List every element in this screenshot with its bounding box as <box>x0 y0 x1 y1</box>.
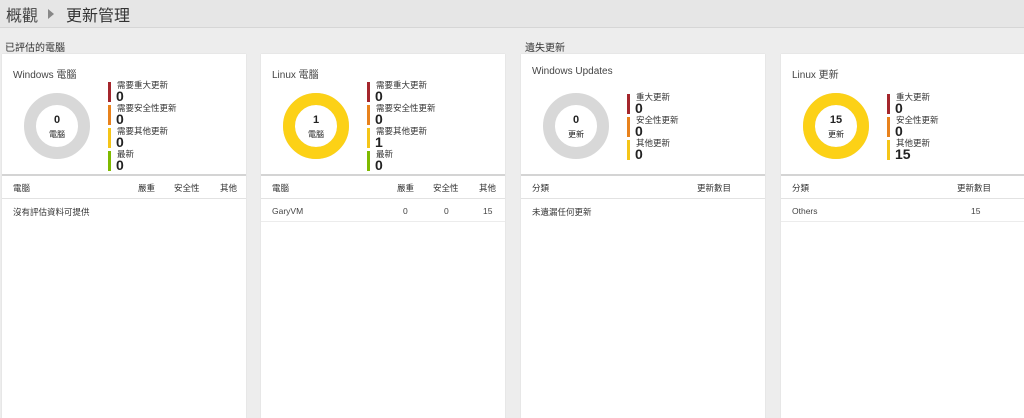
column-header-computer[interactable]: 電腦 <box>272 182 289 194</box>
breadcrumb-chevron-right-icon <box>48 8 55 19</box>
cell-other-count: 15 <box>483 206 493 216</box>
legend-color-bar <box>108 128 111 148</box>
table-row[interactable]: Others 15 <box>781 199 1024 222</box>
table-header: 電腦 嚴重 安全性 其他 <box>261 176 505 199</box>
column-header-classification[interactable]: 分類 <box>532 182 549 194</box>
windows-computers-tile[interactable]: Windows 電腦 0 電腦 需要重大更新 0 需要安全性更新 0 需要其他更… <box>2 54 246 418</box>
donut-unit: 更新 <box>568 130 584 139</box>
legend-label: 需要重大更新 <box>376 80 428 90</box>
legend-value: 0 <box>635 100 643 116</box>
tile-title: Linux 電腦 <box>272 70 319 81</box>
donut-value: 0 <box>572 114 580 126</box>
donut-unit: 電腦 <box>308 130 324 139</box>
legend-color-bar <box>627 117 630 137</box>
windows-computers-donut-chart: 0 電腦 <box>22 91 92 161</box>
empty-state-message: 未遺漏任何更新 <box>532 207 592 217</box>
legend-value: 0 <box>116 157 124 173</box>
cell-security-count: 0 <box>444 206 449 216</box>
legend-color-bar <box>627 94 630 114</box>
tile-title: Linux 更新 <box>792 70 839 81</box>
legend-value: 0 <box>895 100 903 116</box>
linux-computers-tile[interactable]: Linux 電腦 1 電腦 需要重大更新 0 需要安全性更新 0 需要其他更新 … <box>261 54 505 418</box>
column-header-security[interactable]: 安全性 <box>174 182 200 194</box>
legend-color-bar <box>887 117 890 137</box>
column-header-critical[interactable]: 嚴重 <box>397 182 414 194</box>
legend-color-bar <box>367 151 370 171</box>
column-header-security[interactable]: 安全性 <box>433 182 459 194</box>
legend-color-bar <box>367 128 370 148</box>
legend-color-bar <box>108 105 111 125</box>
windows-updates-tile[interactable]: Windows Updates 0 更新 重大更新 0 安全性更新 0 其他更新… <box>521 54 765 418</box>
column-header-update-count[interactable]: 更新數目 <box>957 182 991 194</box>
legend-label: 需要重大更新 <box>117 80 169 90</box>
donut-track <box>24 93 90 159</box>
donut-value: 15 <box>829 114 843 126</box>
legend-value: 15 <box>895 146 911 162</box>
legend-value: 0 <box>116 88 124 104</box>
section-label-missing-updates: 遺失更新 <box>525 43 565 54</box>
column-header-computer[interactable]: 電腦 <box>13 182 30 194</box>
legend-value: 0 <box>895 123 903 139</box>
linux-updates-donut-chart: 15 更新 <box>801 91 871 161</box>
table-row[interactable]: GaryVM 0 0 15 <box>261 199 505 222</box>
cell-critical-count: 0 <box>403 206 408 216</box>
legend-color-bar <box>108 151 111 171</box>
column-header-other[interactable]: 其他 <box>479 182 496 194</box>
linux-computers-donut-chart: 1 電腦 <box>281 91 351 161</box>
donut-track <box>543 93 609 159</box>
donut-fill <box>283 93 349 159</box>
legend-color-bar <box>887 94 890 114</box>
legend-color-bar <box>887 140 890 160</box>
legend-value: 0 <box>375 157 383 173</box>
column-header-update-count[interactable]: 更新數目 <box>697 182 731 194</box>
empty-state-message: 沒有評估資料可提供 <box>13 207 90 217</box>
linux-updates-tile[interactable]: Linux 更新 15 更新 重大更新 0 安全性更新 0 其他更新 15 分類… <box>781 54 1024 418</box>
legend-color-bar <box>627 140 630 160</box>
table-header: 分類 更新數目 <box>521 176 765 199</box>
column-header-other[interactable]: 其他 <box>220 182 237 194</box>
column-header-classification[interactable]: 分類 <box>792 182 809 194</box>
table-header: 電腦 嚴重 安全性 其他 <box>2 176 246 199</box>
legend-color-bar <box>367 82 370 102</box>
linux-computers-summary[interactable]: Linux 電腦 1 電腦 需要重大更新 0 需要安全性更新 0 需要其他更新 … <box>261 54 505 174</box>
legend-color-bar <box>367 105 370 125</box>
windows-updates-donut-chart: 0 更新 <box>541 91 611 161</box>
tile-title: Windows 電腦 <box>13 70 77 81</box>
donut-fill <box>803 93 869 159</box>
donut-value: 1 <box>312 114 320 126</box>
legend-value: 0 <box>375 88 383 104</box>
legend-label: 需要安全性更新 <box>376 103 436 113</box>
donut-unit: 電腦 <box>49 130 65 139</box>
linux-updates-summary[interactable]: Linux 更新 15 更新 重大更新 0 安全性更新 0 其他更新 15 <box>781 54 1024 174</box>
column-header-critical[interactable]: 嚴重 <box>138 182 155 194</box>
breadcrumb: 概觀 更新管理 <box>0 0 1024 28</box>
cell-computer-name: GaryVM <box>272 206 304 216</box>
legend-color-bar <box>108 82 111 102</box>
breadcrumb-overview-link[interactable]: 概觀 <box>6 2 38 26</box>
legend-value: 0 <box>635 146 643 162</box>
legend-value: 0 <box>116 134 124 150</box>
donut-unit: 更新 <box>828 130 844 139</box>
cell-classification: Others <box>792 206 818 216</box>
legend-label: 需要其他更新 <box>376 126 428 136</box>
legend-value: 0 <box>375 111 383 127</box>
breadcrumb-current-page: 更新管理 <box>66 7 131 25</box>
legend-value: 1 <box>375 134 383 150</box>
section-label-assessed-computers: 已評估的電腦 <box>5 43 65 54</box>
windows-computers-summary[interactable]: Windows 電腦 0 電腦 需要重大更新 0 需要安全性更新 0 需要其他更… <box>2 54 246 174</box>
legend-label: 需要安全性更新 <box>117 103 177 113</box>
table-header: 分類 更新數目 <box>781 176 1024 199</box>
tile-title: Windows Updates <box>532 66 613 77</box>
cell-update-count: 15 <box>971 206 981 216</box>
legend-label: 需要其他更新 <box>117 126 169 136</box>
donut-value: 0 <box>53 114 61 126</box>
windows-updates-summary[interactable]: Windows Updates 0 更新 重大更新 0 安全性更新 0 其他更新… <box>521 54 765 174</box>
legend-value: 0 <box>116 111 124 127</box>
legend-value: 0 <box>635 123 643 139</box>
